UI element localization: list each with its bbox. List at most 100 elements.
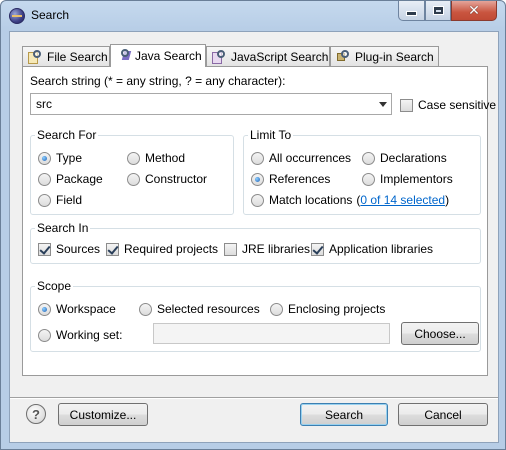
- radio-implementors[interactable]: Implementors: [362, 172, 453, 186]
- checkbox-required-projects-label: Required projects: [124, 242, 219, 256]
- radio-workspace[interactable]: Workspace: [38, 302, 116, 316]
- scope-title: Scope: [35, 279, 74, 293]
- checkbox-jre-libraries-label: JRE libraries: [242, 242, 311, 256]
- radio-method[interactable]: Method: [127, 151, 185, 165]
- radio-workspace-label: Workspace: [56, 302, 116, 316]
- radio-selected-resources[interactable]: Selected resources: [139, 302, 260, 316]
- java-search-icon: [115, 48, 132, 64]
- search-dialog-window: Search ✕ File Search Java Search JavaScr…: [0, 0, 506, 450]
- radio-type[interactable]: Type: [38, 151, 82, 165]
- checkbox-sources[interactable]: Sources: [38, 242, 100, 256]
- javascript-search-icon: [211, 49, 227, 65]
- search-string-combo[interactable]: src: [30, 93, 392, 115]
- radio-workspace-button[interactable]: [38, 302, 51, 316]
- search-for-group: Search For Type Package Field Method Con…: [30, 128, 234, 215]
- minimize-button[interactable]: [398, 1, 425, 21]
- radio-all-occurrences[interactable]: All occurrences: [251, 151, 351, 165]
- radio-implementors-button[interactable]: [362, 172, 375, 186]
- radio-working-set[interactable]: Working set:: [38, 328, 122, 342]
- maximize-icon: [433, 7, 443, 14]
- radio-method-button[interactable]: [127, 151, 140, 165]
- radio-selected-resources-button[interactable]: [139, 302, 152, 316]
- case-sensitive-checkbox[interactable]: Case sensitive: [400, 98, 496, 112]
- radio-enclosing-projects[interactable]: Enclosing projects: [270, 302, 385, 316]
- radio-enclosing-projects-button[interactable]: [270, 302, 283, 316]
- checkbox-application-libraries[interactable]: Application libraries: [311, 242, 433, 256]
- case-sensitive-label: Case sensitive: [418, 98, 497, 112]
- file-search-icon: [27, 49, 43, 65]
- title-bar: Search ✕: [1, 1, 505, 31]
- radio-constructor-button[interactable]: [127, 172, 140, 186]
- checkbox-jre-libraries[interactable]: JRE libraries: [224, 242, 310, 256]
- java-search-panel: Search string (* = any string, ? = any c…: [22, 66, 496, 376]
- radio-references-label: References: [269, 172, 331, 186]
- maximize-button[interactable]: [425, 1, 451, 21]
- radio-all-occurrences-button[interactable]: [251, 151, 264, 165]
- radio-declarations-button[interactable]: [362, 151, 375, 165]
- radio-constructor[interactable]: Constructor: [127, 172, 207, 186]
- tab-label: JavaScript Search: [231, 49, 329, 64]
- radio-all-occurrences-label: All occurrences: [269, 151, 352, 165]
- match-locations-link[interactable]: 0 of 14 selected: [360, 193, 445, 207]
- tab-label: Plug-in Search: [355, 49, 434, 64]
- radio-references[interactable]: References: [251, 172, 330, 186]
- customize-button[interactable]: Customize...: [58, 403, 148, 426]
- radio-field-button[interactable]: [38, 193, 51, 207]
- eclipse-icon: [9, 8, 25, 24]
- checkbox-application-libraries-box[interactable]: [311, 242, 324, 256]
- help-icon[interactable]: ?: [26, 404, 46, 424]
- checkbox-sources-label: Sources: [56, 242, 101, 256]
- radio-type-button[interactable]: [38, 151, 51, 165]
- radio-declarations[interactable]: Declarations: [362, 151, 447, 165]
- chevron-down-icon[interactable]: [379, 102, 387, 107]
- dialog-client-area: File Search Java Search JavaScript Searc…: [9, 31, 499, 443]
- radio-package-button[interactable]: [38, 172, 51, 186]
- checkbox-jre-libraries-box[interactable]: [224, 242, 237, 256]
- window-title: Search: [31, 8, 70, 22]
- limit-to-title: Limit To: [248, 128, 294, 142]
- search-string-value: src: [36, 97, 52, 111]
- limit-to-group: Limit To All occurrences References Matc…: [243, 128, 481, 215]
- checkbox-sources-box[interactable]: [38, 242, 51, 256]
- tab-java-search[interactable]: Java Search: [110, 44, 206, 67]
- checkbox-application-libraries-label: Application libraries: [329, 242, 434, 256]
- radio-declarations-label: Declarations: [380, 151, 447, 165]
- radio-match-locations-button[interactable]: [251, 193, 264, 207]
- case-sensitive-box[interactable]: [400, 98, 413, 112]
- match-locations-paren-close: ): [445, 193, 450, 207]
- search-for-title: Search For: [35, 128, 99, 142]
- checkbox-required-projects-box[interactable]: [106, 242, 119, 256]
- tab-label: Java Search: [135, 49, 202, 63]
- radio-method-label: Method: [145, 151, 186, 165]
- footer-separator: [10, 397, 498, 399]
- radio-field-label: Field: [56, 193, 83, 207]
- minimize-icon: [406, 11, 417, 16]
- radio-working-set-label: Working set:: [56, 328, 123, 342]
- working-set-field: [153, 323, 390, 344]
- radio-constructor-label: Constructor: [145, 172, 208, 186]
- radio-implementors-label: Implementors: [380, 172, 453, 186]
- checkbox-required-projects[interactable]: Required projects: [106, 242, 218, 256]
- tab-plugin-search[interactable]: Plug-in Search: [330, 46, 439, 66]
- close-icon: ✕: [468, 2, 480, 19]
- search-button[interactable]: Search: [300, 403, 388, 426]
- radio-match-locations-label: Match locations: [269, 193, 353, 207]
- tab-javascript-search[interactable]: JavaScript Search: [206, 46, 330, 66]
- choose-button[interactable]: Choose...: [401, 322, 479, 345]
- tab-label: File Search: [47, 49, 108, 64]
- radio-package-label: Package: [56, 172, 103, 186]
- close-button[interactable]: ✕: [451, 1, 497, 21]
- radio-working-set-button[interactable]: [38, 328, 51, 342]
- radio-enclosing-projects-label: Enclosing projects: [288, 302, 386, 316]
- radio-references-button[interactable]: [251, 172, 264, 186]
- radio-type-label: Type: [56, 151, 83, 165]
- radio-package[interactable]: Package: [38, 172, 103, 186]
- search-in-group: Search In Sources Required projects JRE …: [30, 221, 481, 264]
- cancel-button[interactable]: Cancel: [398, 403, 488, 426]
- radio-match-locations[interactable]: Match locations (0 of 14 selected): [251, 193, 449, 207]
- tab-file-search[interactable]: File Search: [22, 46, 110, 66]
- search-string-label: Search string (* = any string, ? = any c…: [30, 74, 286, 88]
- radio-selected-resources-label: Selected resources: [157, 302, 260, 316]
- radio-field[interactable]: Field: [38, 193, 82, 207]
- search-in-title: Search In: [35, 221, 91, 235]
